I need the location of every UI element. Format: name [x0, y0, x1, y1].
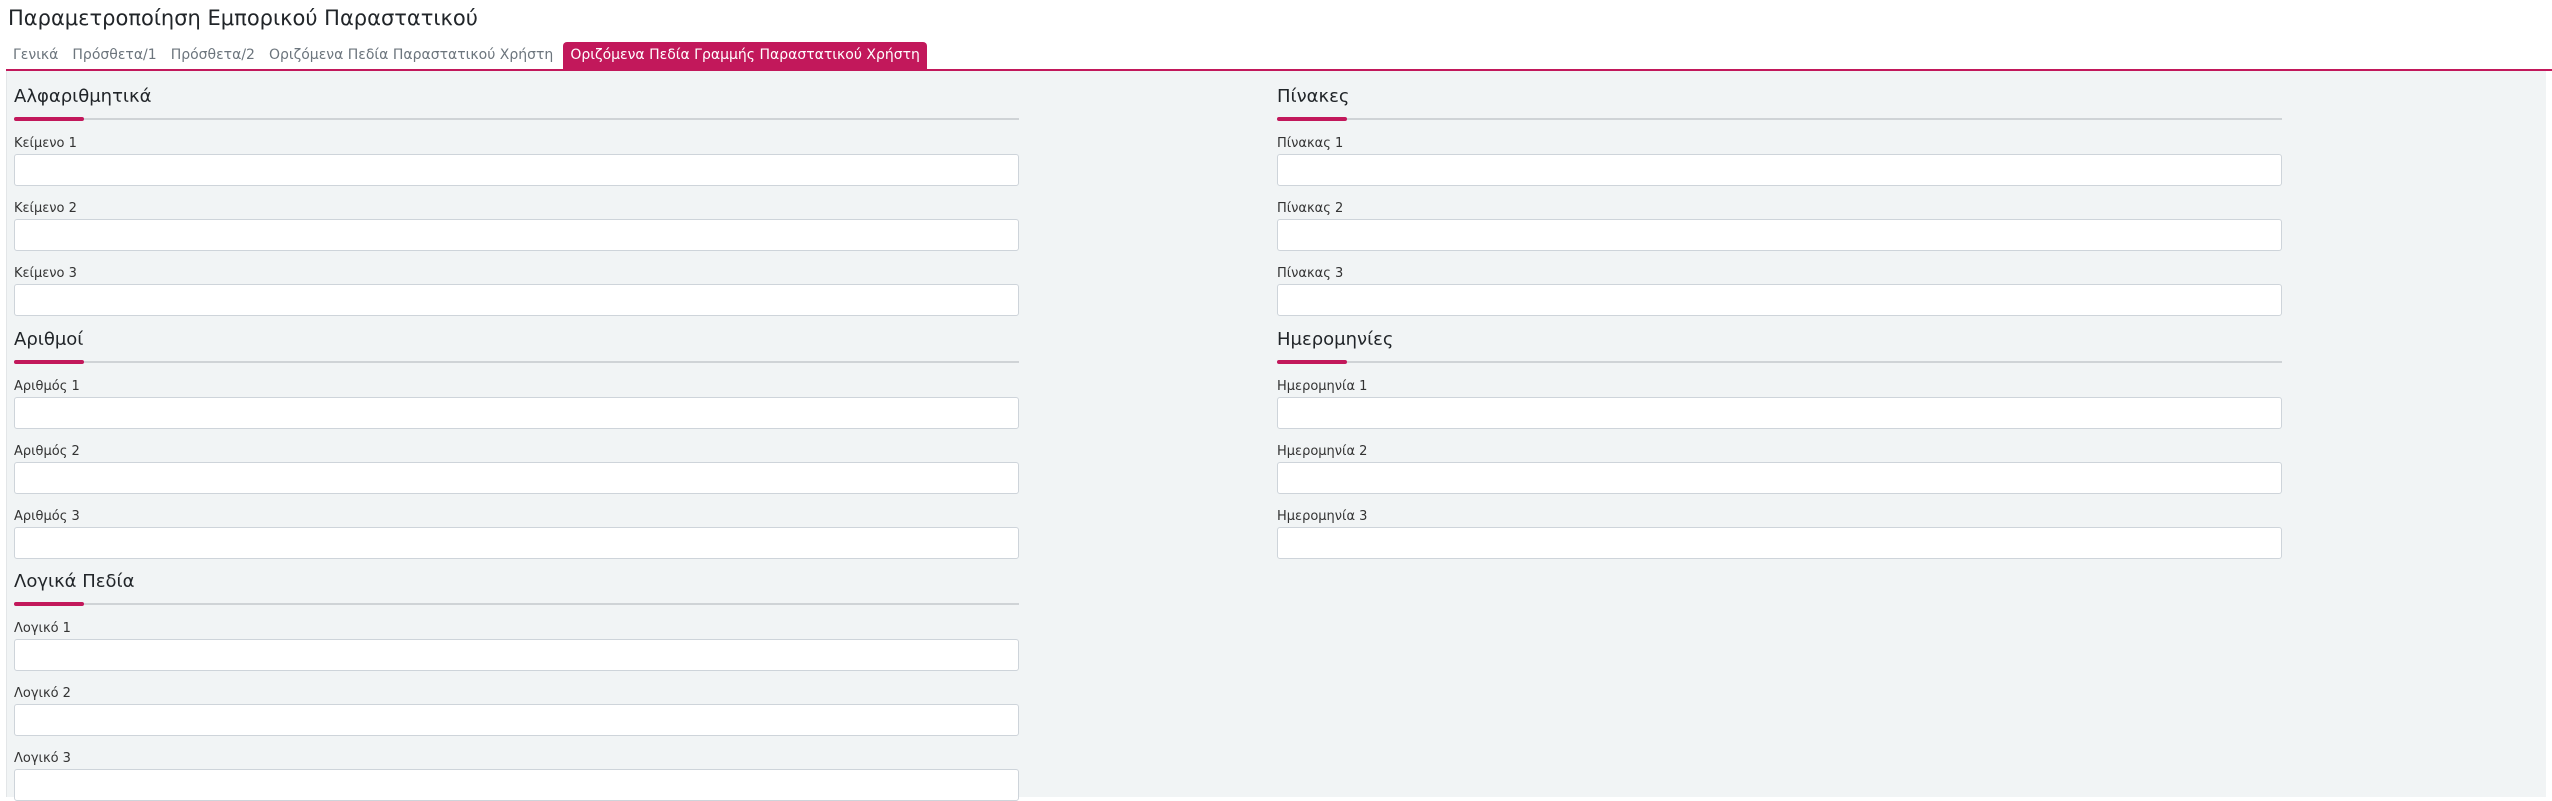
- page-title: Παραμετροποίηση Εμπορικού Παραστατικού: [8, 6, 478, 30]
- table-3-input[interactable]: [1277, 284, 2282, 316]
- field-label: Κείμενο 3: [14, 266, 77, 281]
- field-label: Λογικό 3: [14, 751, 71, 766]
- section-title: Αριθμοί: [14, 329, 84, 350]
- tab-extra-2[interactable]: Πρόσθετα/2: [164, 42, 262, 69]
- table-1-input[interactable]: [1277, 154, 2282, 186]
- section-divider-accent: [1277, 360, 1347, 364]
- section-title: Ημερομηνίες: [1277, 329, 1394, 350]
- tab-extra-1[interactable]: Πρόσθετα/1: [65, 42, 163, 69]
- field-table-2: Πίνακας 2: [1277, 201, 2282, 251]
- field-date-2: Ημερομηνία 2: [1277, 444, 2282, 494]
- number-3-input[interactable]: [14, 527, 1019, 559]
- section-alphanumeric: Αλφαριθμητικά Κείμενο 1 Κείμενο 2 Κείμεν…: [14, 85, 1019, 316]
- section-divider: [14, 602, 1019, 606]
- logical-2-input[interactable]: [14, 704, 1019, 736]
- section-divider-accent: [1277, 117, 1347, 121]
- section-divider: [1277, 117, 2282, 121]
- section-dates: Ημερομηνίες Ημερομηνία 1 Ημερομηνία 2 Ημ…: [1277, 328, 2282, 559]
- table-2-input[interactable]: [1277, 219, 2282, 251]
- field-number-3: Αριθμός 3: [14, 509, 1019, 559]
- section-logical: Λογικά Πεδία Λογικό 1 Λογικό 2 Λογικό 3: [14, 570, 1019, 801]
- field-date-3: Ημερομηνία 3: [1277, 509, 2282, 559]
- date-2-input[interactable]: [1277, 462, 2282, 494]
- field-date-1: Ημερομηνία 1: [1277, 379, 2282, 429]
- section-title: Λογικά Πεδία: [14, 571, 135, 592]
- date-1-input[interactable]: [1277, 397, 2282, 429]
- tab-user-line-fields[interactable]: Οριζόμενα Πεδία Γραμμής Παραστατικού Χρή…: [563, 42, 927, 69]
- section-tables: Πίνακες Πίνακας 1 Πίνακας 2 Πίνακας 3: [1277, 85, 2282, 316]
- section-title: Αλφαριθμητικά: [14, 86, 152, 107]
- section-divider-accent: [14, 360, 84, 364]
- section-numbers: Αριθμοί Αριθμός 1 Αριθμός 2 Αριθμός 3: [14, 328, 1019, 559]
- number-1-input[interactable]: [14, 397, 1019, 429]
- field-label: Αριθμός 3: [14, 509, 80, 524]
- logical-1-input[interactable]: [14, 639, 1019, 671]
- section-divider: [14, 360, 1019, 364]
- text-1-input[interactable]: [14, 154, 1019, 186]
- field-text-3: Κείμενο 3: [14, 266, 1019, 316]
- field-label: Κείμενο 2: [14, 201, 77, 216]
- tab-general[interactable]: Γενικά: [6, 42, 65, 69]
- field-logical-2: Λογικό 2: [14, 686, 1019, 736]
- tab-content-panel: Αλφαριθμητικά Κείμενο 1 Κείμενο 2 Κείμεν…: [6, 71, 2546, 801]
- field-label: Πίνακας 1: [1277, 136, 1344, 151]
- text-3-input[interactable]: [14, 284, 1019, 316]
- field-label: Ημερομηνία 2: [1277, 444, 1368, 459]
- field-table-3: Πίνακας 3: [1277, 266, 2282, 316]
- field-logical-3: Λογικό 3: [14, 751, 1019, 801]
- field-label: Λογικό 2: [14, 686, 71, 701]
- field-label: Αριθμός 2: [14, 444, 80, 459]
- number-2-input[interactable]: [14, 462, 1019, 494]
- section-divider-accent: [14, 117, 84, 121]
- text-2-input[interactable]: [14, 219, 1019, 251]
- field-label: Πίνακας 2: [1277, 201, 1344, 216]
- date-3-input[interactable]: [1277, 527, 2282, 559]
- field-label: Λογικό 1: [14, 621, 71, 636]
- section-title: Πίνακες: [1277, 86, 1350, 107]
- section-divider-accent: [14, 602, 84, 606]
- field-label: Ημερομηνία 3: [1277, 509, 1368, 524]
- field-label: Ημερομηνία 1: [1277, 379, 1368, 394]
- section-divider: [14, 117, 1019, 121]
- field-table-1: Πίνακας 1: [1277, 136, 2282, 186]
- tab-bar: Γενικά Πρόσθετα/1 Πρόσθετα/2 Οριζόμενα Π…: [6, 42, 927, 69]
- field-number-1: Αριθμός 1: [14, 379, 1019, 429]
- field-number-2: Αριθμός 2: [14, 444, 1019, 494]
- field-label: Κείμενο 1: [14, 136, 77, 151]
- field-label: Πίνακας 3: [1277, 266, 1344, 281]
- tab-user-document-fields[interactable]: Οριζόμενα Πεδία Παραστατικού Χρήστη: [262, 42, 560, 69]
- field-text-2: Κείμενο 2: [14, 201, 1019, 251]
- field-label: Αριθμός 1: [14, 379, 80, 394]
- field-logical-1: Λογικό 1: [14, 621, 1019, 671]
- logical-3-input[interactable]: [14, 769, 1019, 801]
- field-text-1: Κείμενο 1: [14, 136, 1019, 186]
- section-divider: [1277, 360, 2282, 364]
